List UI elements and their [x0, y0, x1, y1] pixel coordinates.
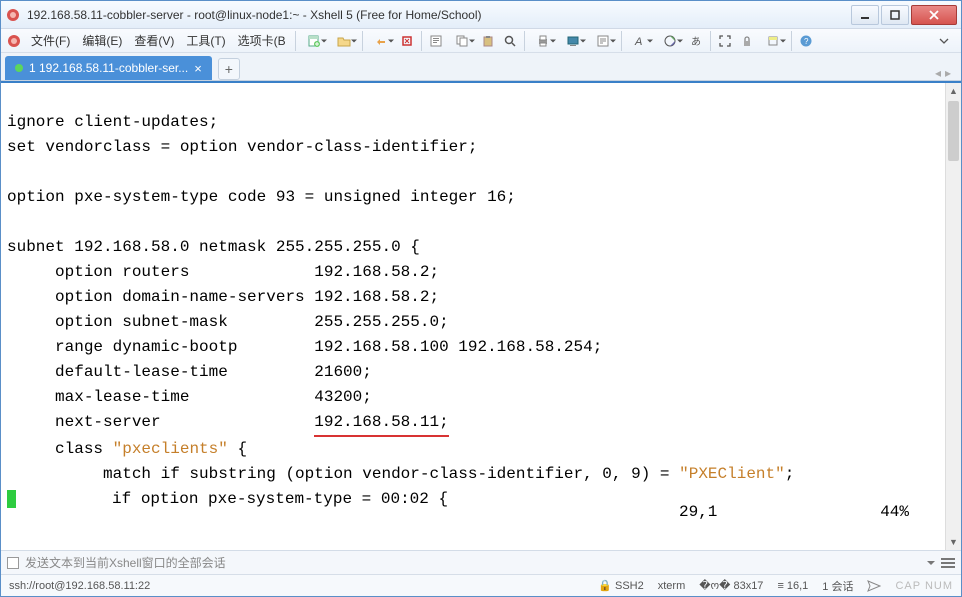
titlebar: 192.168.58.11-cobbler-server - root@linu… [1, 1, 961, 29]
properties-button[interactable] [425, 30, 447, 52]
line: subnet 192.168.58.0 netmask 255.255.255.… [7, 238, 420, 256]
watermark: CAP NUM [895, 580, 953, 592]
line: option routers 192.168.58.2; [7, 263, 439, 281]
session-count: 1 会话 [822, 578, 853, 594]
scroll-percent: 44% [829, 500, 909, 525]
svg-text:A: A [634, 36, 642, 48]
window-title: 192.168.58.11-cobbler-server - root@linu… [27, 8, 849, 22]
svg-text:あ: あ [691, 36, 701, 48]
open-session-button[interactable] [329, 30, 359, 52]
svg-text:?: ? [804, 37, 809, 46]
line: range dynamic-bootp 192.168.58.100 192.1… [7, 338, 602, 356]
menu-view[interactable]: 查看(V) [128, 30, 180, 51]
copy-button[interactable] [447, 30, 477, 52]
fullscreen-button[interactable] [714, 30, 736, 52]
compose-bar: 发送文本到当前Xshell窗口的全部会话 [1, 550, 961, 574]
app-icon-small [7, 34, 21, 48]
ssh-url: ssh://root@192.168.58.11:22 [9, 580, 584, 592]
caps-icon: ≡ [777, 580, 783, 592]
tab-close-button[interactable]: × [194, 61, 202, 76]
tabbar: 1 192.168.58.11-cobbler-ser... × + ◂ ▸ [1, 53, 961, 81]
broadcast-placeholder[interactable]: 发送文本到当前Xshell窗口的全部会话 [25, 554, 226, 571]
disconnect-button[interactable] [396, 30, 418, 52]
paste-button[interactable] [477, 30, 499, 52]
menu-edit[interactable]: 编辑(E) [76, 30, 128, 51]
protocol-indicator: 🔒SSH2 [598, 579, 643, 592]
statusbar: ssh://root@192.168.58.11:22 🔒SSH2 xterm … [1, 574, 961, 596]
color-button[interactable] [655, 30, 685, 52]
broadcast-checkbox[interactable] [7, 557, 19, 569]
next-server-ip: 192.168.58.11; [314, 410, 448, 437]
tab-label: 1 192.168.58.11-cobbler-ser... [29, 61, 188, 75]
print-button[interactable] [528, 30, 558, 52]
reconnect-button[interactable] [366, 30, 396, 52]
script-button[interactable] [588, 30, 618, 52]
tab-next-button[interactable]: ▸ [945, 66, 951, 80]
line: class "pxeclients" { [7, 440, 247, 458]
font-button[interactable]: A [625, 30, 655, 52]
minimize-button[interactable] [851, 5, 879, 25]
line: option domain-name-servers 192.168.58.2; [7, 288, 439, 306]
encoding-button[interactable]: あ [685, 30, 707, 52]
vim-status-line: 29,144% [1, 475, 929, 550]
session-tab[interactable]: 1 192.168.58.11-cobbler-ser... × [5, 56, 212, 80]
term-size: �ო� 83x17 [699, 579, 763, 592]
compose-menu-button[interactable] [941, 558, 955, 568]
cursor-position: 29,1 [679, 500, 829, 525]
terminal-area: ignore client-updates; set vendorclass =… [1, 81, 961, 550]
line: next-server 192.168.58.11; [7, 413, 449, 431]
line: max-lease-time 43200; [7, 388, 372, 406]
help-button[interactable]: ? [795, 30, 817, 52]
highlight-button[interactable] [758, 30, 788, 52]
new-session-button[interactable] [299, 30, 329, 52]
scroll-thumb[interactable] [948, 101, 959, 161]
line: default-lease-time 21600; [7, 363, 372, 381]
transfer-button[interactable] [558, 30, 588, 52]
broadcast-target-dropdown[interactable] [927, 561, 935, 565]
menu-tools[interactable]: 工具(T) [180, 30, 231, 51]
close-button[interactable] [911, 5, 957, 25]
window-controls [849, 5, 957, 25]
line: set vendorclass = option vendor-class-id… [7, 138, 477, 156]
maximize-button[interactable] [881, 5, 909, 25]
menu-options[interactable]: 选项卡(B [232, 30, 292, 51]
terminal[interactable]: ignore client-updates; set vendorclass =… [1, 83, 945, 550]
line: ignore client-updates; [7, 113, 218, 131]
tab-prev-button[interactable]: ◂ [935, 66, 941, 80]
lock-button[interactable] [736, 30, 758, 52]
term-type: xterm [658, 580, 686, 592]
find-button[interactable] [499, 30, 521, 52]
new-tab-button[interactable]: + [218, 58, 240, 80]
app-icon [5, 7, 21, 23]
menubar: 文件(F) 编辑(E) 查看(V) 工具(T) 选项卡(B [1, 29, 961, 53]
resize-icon: �ო� [699, 579, 730, 592]
line: option pxe-system-type code 93 = unsigne… [7, 188, 516, 206]
scroll-down-button[interactable]: ▼ [946, 534, 961, 550]
lock-icon: 🔒 [598, 579, 612, 592]
line: option subnet-mask 255.255.255.0; [7, 313, 449, 331]
scroll-up-button[interactable]: ▲ [946, 83, 961, 99]
tab-nav: ◂ ▸ [935, 66, 957, 80]
connected-indicator-icon [15, 64, 23, 72]
scrollbar[interactable]: ▲ ▼ [945, 83, 961, 550]
toolbar-overflow-button[interactable] [933, 30, 955, 52]
send-icon[interactable] [867, 580, 881, 592]
menu-file[interactable]: 文件(F) [25, 30, 76, 51]
cursor-indicator: ≡ 16,1 [777, 580, 808, 592]
